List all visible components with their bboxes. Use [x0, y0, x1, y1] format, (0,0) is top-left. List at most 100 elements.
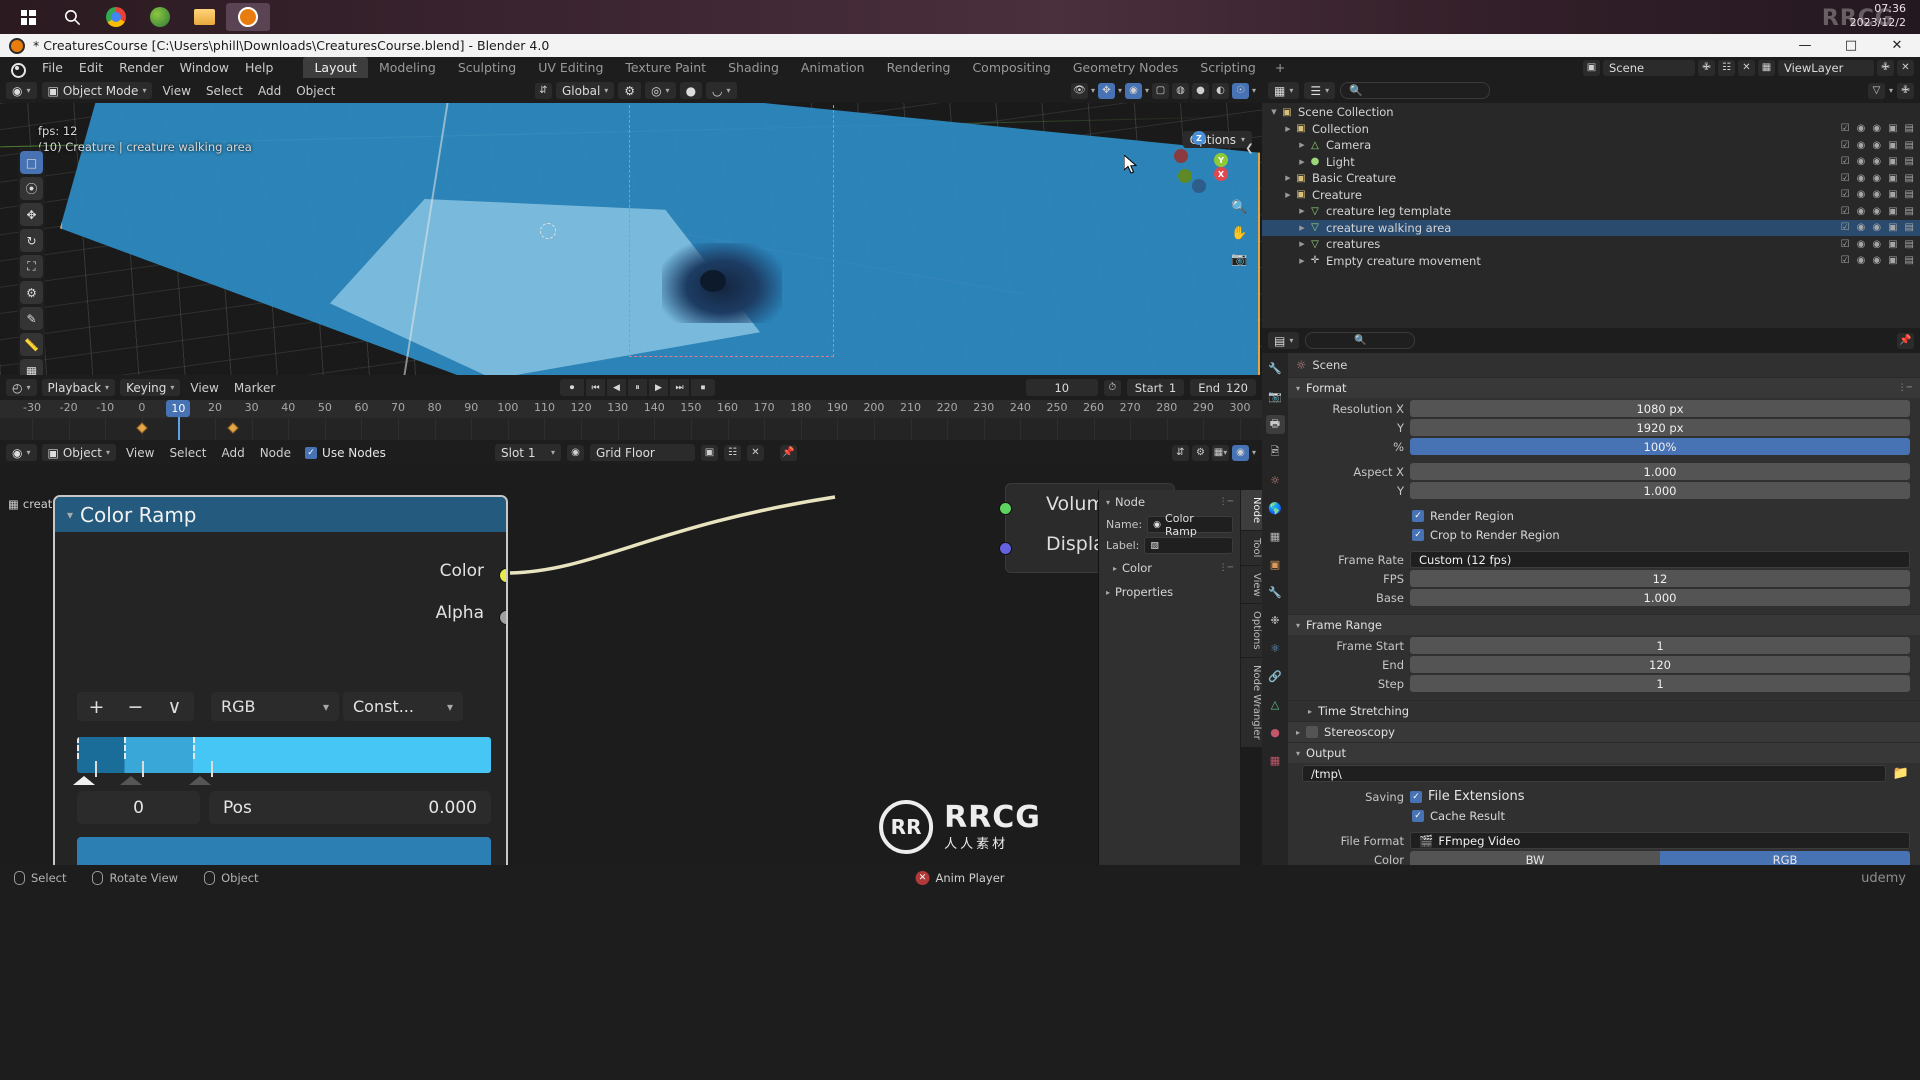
scene-name-field[interactable]: Scene: [1603, 59, 1695, 76]
timeline-track-area[interactable]: [0, 418, 1262, 440]
outliner-camera-icon[interactable]: ▣: [1888, 123, 1897, 134]
properties-tab-physics-icon[interactable]: ⚛: [1266, 639, 1285, 658]
gizmo-axis-neg-x[interactable]: [1174, 149, 1188, 163]
timeline-editor-type-selector[interactable]: ◴ ▾: [6, 379, 37, 396]
outliner-checkbox-icon[interactable]: ☑: [1841, 173, 1850, 184]
outliner-eye-icon[interactable]: ◉: [1872, 156, 1881, 167]
anim-player-close-icon[interactable]: ✕: [915, 871, 930, 885]
properties-tab-viewlayer-icon[interactable]: 🖻: [1266, 443, 1285, 462]
viewport-menu-object[interactable]: Object: [291, 84, 340, 98]
outliner-hide-icon[interactable]: ◉: [1857, 189, 1866, 200]
viewlayer-name-field[interactable]: ViewLayer: [1778, 59, 1874, 76]
color-ramp-node[interactable]: ▾ Color Ramp Color Alpha + − ∨ RGB ▾ Con…: [53, 495, 508, 865]
base-value[interactable]: 1.000: [1410, 589, 1910, 606]
outliner-editor-type-selector[interactable]: ▦ ▾: [1268, 82, 1300, 99]
shading-solid-icon[interactable]: ●: [1191, 82, 1209, 99]
unlink-material-icon[interactable]: ✕: [747, 444, 764, 461]
properties-tab-render-icon[interactable]: 📷: [1266, 387, 1285, 406]
panel-header-frame-range[interactable]: ▾ Frame Range: [1288, 614, 1920, 635]
outliner-render-icon[interactable]: ▤: [1905, 189, 1914, 200]
timeline-keyframe[interactable]: [136, 422, 148, 434]
viewport-nav-gizmo[interactable]: Z Y X: [1170, 131, 1228, 193]
outliner-eye-icon[interactable]: ◉: [1872, 123, 1881, 134]
shader-editor-type-selector[interactable]: ◉ ▾: [6, 444, 37, 461]
resolution-percent-value[interactable]: 100%: [1410, 438, 1910, 455]
outliner-search-field[interactable]: 🔍: [1340, 82, 1491, 99]
gizmo-axis-neg-z[interactable]: [1192, 179, 1206, 193]
timeline-current-frame-badge[interactable]: 10: [166, 400, 191, 417]
interpolation-selector[interactable]: Const... ▾: [343, 692, 463, 721]
browse-material-icon[interactable]: ◉: [567, 444, 584, 461]
node-menu-select[interactable]: Select: [164, 446, 211, 460]
frame-start-field[interactable]: Start 1: [1126, 379, 1185, 396]
outliner-disclosure-icon[interactable]: ▶: [1282, 125, 1294, 133]
color-ramp-node-header[interactable]: ▾ Color Ramp: [55, 497, 506, 532]
workspace-tab-animation[interactable]: Animation: [790, 57, 876, 78]
frame-start-value[interactable]: 1: [1410, 637, 1910, 654]
outliner-row[interactable]: ▼ ▣ Scene Collection: [1262, 104, 1920, 121]
outliner-row[interactable]: ▶ ✛ Empty creature movement ☑ ◉ ◉ ▣ ▤: [1262, 253, 1920, 270]
outliner-render-icon[interactable]: ▤: [1905, 222, 1914, 233]
anim-player-indicator[interactable]: ✕ Anim Player: [915, 871, 1005, 885]
outliner-render-icon[interactable]: ▤: [1905, 206, 1914, 217]
outliner-row[interactable]: ▶ ● Light ☑ ◉ ◉ ▣ ▤: [1262, 154, 1920, 171]
measure-tool-icon[interactable]: 📏: [20, 333, 43, 356]
workspace-tab-compositing[interactable]: Compositing: [961, 57, 1061, 78]
node-section-menu-icon[interactable]: ⋮─: [1219, 497, 1233, 507]
blender-logo-icon[interactable]: [9, 61, 27, 78]
outliner-display-mode-selector[interactable]: ☰ ▾: [1304, 82, 1336, 99]
sidebar-toggle-icon[interactable]: ❮: [1239, 138, 1260, 159]
workspace-tab-modeling[interactable]: Modeling: [368, 57, 447, 78]
outliner-camera-icon[interactable]: ▣: [1888, 206, 1897, 217]
properties-search-field[interactable]: 🔍: [1305, 332, 1416, 349]
workspace-tab-shading[interactable]: Shading: [717, 57, 790, 78]
output-folder-icon[interactable]: 📁: [1892, 766, 1910, 781]
search-button[interactable]: [50, 3, 94, 31]
viewlayer-browse-icon[interactable]: ▦: [1758, 59, 1775, 76]
transform-orientation-selector[interactable]: Global ▾: [556, 82, 615, 99]
outliner-hide-icon[interactable]: ◉: [1857, 222, 1866, 233]
file-format-value[interactable]: 🎬 FFmpeg Video: [1410, 832, 1910, 849]
add-workspace-button[interactable]: +: [1267, 57, 1293, 78]
outliner-disclosure-icon[interactable]: ▶: [1282, 191, 1294, 199]
sidebar-tab-tool[interactable]: Tool: [1241, 531, 1262, 566]
explorer-taskbar-button[interactable]: [182, 3, 226, 31]
outliner-eye-icon[interactable]: ◉: [1872, 140, 1881, 151]
workspace-tab-geometry-nodes[interactable]: Geometry Nodes: [1062, 57, 1189, 78]
taskbar-clock[interactable]: 07:36 2023/12/2: [1850, 2, 1906, 30]
annotate-tool-icon[interactable]: ✎: [20, 307, 43, 330]
outliner-render-icon[interactable]: ▤: [1905, 239, 1914, 250]
format-menu-icon[interactable]: ⋮─: [1898, 383, 1912, 393]
outliner-eye-icon[interactable]: ◉: [1872, 222, 1881, 233]
node-menu-view[interactable]: View: [121, 446, 159, 460]
xray-toggle-icon[interactable]: ▢: [1151, 82, 1169, 99]
shading-wireframe-icon[interactable]: ◍: [1171, 82, 1189, 99]
scene-browse-icon[interactable]: ▣: [1583, 59, 1600, 76]
current-frame-field[interactable]: 10: [1025, 379, 1098, 396]
outliner-disclosure-icon[interactable]: ▶: [1296, 158, 1308, 166]
stereoscopy-check-icon[interactable]: [1306, 726, 1319, 738]
properties-tab-material-icon[interactable]: ●: [1266, 723, 1285, 742]
node-name-field[interactable]: ◉ Color Ramp: [1147, 512, 1233, 538]
pin-material-icon[interactable]: 📌: [780, 444, 797, 461]
outliner-eye-icon[interactable]: ◉: [1872, 206, 1881, 217]
jump-to-end-icon[interactable]: ⏹: [691, 379, 715, 396]
outliner-camera-icon[interactable]: ▣: [1888, 222, 1897, 233]
timeline-menu-marker[interactable]: Marker: [229, 381, 280, 395]
alpha-output-socket-icon[interactable]: [499, 610, 506, 625]
outliner-hide-icon[interactable]: ◉: [1857, 140, 1866, 151]
outliner-eye-icon[interactable]: ◉: [1872, 173, 1881, 184]
rotate-tool-icon[interactable]: ↻: [20, 229, 43, 252]
photos-taskbar-button[interactable]: [138, 3, 182, 31]
properties-tab-object-icon[interactable]: ▣: [1266, 555, 1285, 574]
viewport-menu-add[interactable]: Add: [253, 84, 286, 98]
properties-tab-world-icon[interactable]: 🌎: [1266, 499, 1285, 518]
menu-file[interactable]: File: [34, 57, 71, 78]
outliner-disclosure-icon[interactable]: ▶: [1296, 257, 1308, 265]
outliner-render-icon[interactable]: ▤: [1905, 140, 1914, 151]
gizmo-toggle-icon[interactable]: ✥: [1097, 82, 1115, 99]
node-menu-add[interactable]: Add: [216, 446, 249, 460]
node-menu-node[interactable]: Node: [255, 446, 296, 460]
frame-end-value[interactable]: 120: [1410, 656, 1910, 673]
fps-value[interactable]: 12: [1410, 570, 1910, 587]
